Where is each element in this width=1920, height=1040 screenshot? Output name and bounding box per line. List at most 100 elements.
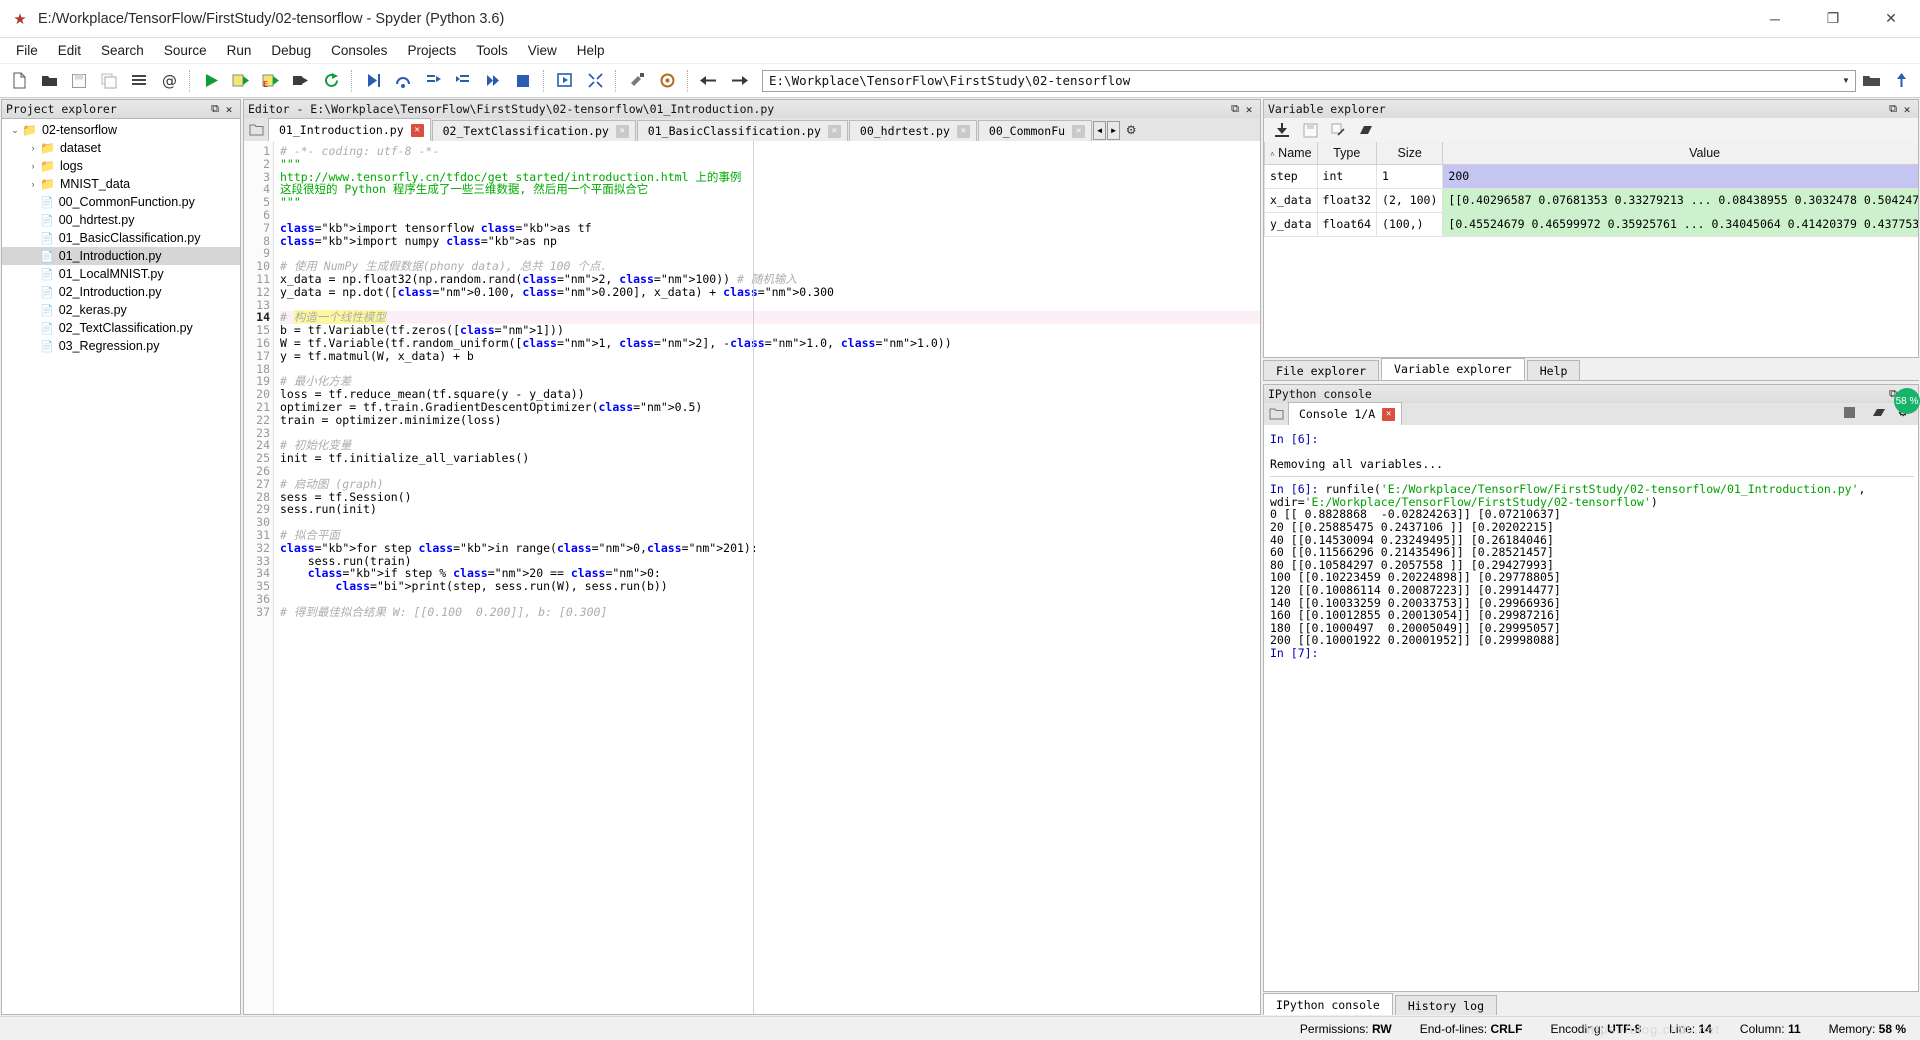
code-line[interactable]: init = tf.initialize_all_variables()	[280, 452, 1260, 465]
editor-code-area[interactable]: 1234567891011121314151617181920212223242…	[243, 141, 1261, 1015]
tree-item[interactable]: ›📁dataset	[2, 139, 240, 157]
pane-tab-history-log[interactable]: History log	[1395, 995, 1497, 1015]
code-viewport[interactable]: # -*- coding: utf-8 -*-"""http://www.ten…	[274, 141, 1260, 1014]
undock-icon[interactable]: ⧉	[1886, 102, 1900, 116]
menu-tools[interactable]: Tools	[466, 40, 518, 61]
editor-tab[interactable]: 01_Introduction.py✕	[268, 118, 431, 141]
tree-item[interactable]: 📄01_BasicClassification.py	[2, 229, 240, 247]
tab-next-button[interactable]: ►	[1107, 121, 1120, 140]
close-icon[interactable]: ✕	[957, 125, 970, 138]
at-icon[interactable]: @	[156, 68, 182, 94]
tree-item[interactable]: ›📁MNIST_data	[2, 175, 240, 193]
new-file-icon[interactable]	[6, 68, 32, 94]
menu-debug[interactable]: Debug	[261, 40, 321, 61]
column-value[interactable]: Value	[1443, 142, 1919, 164]
close-icon[interactable]: ✕	[828, 125, 841, 138]
code-line[interactable]: # 得到最佳拟合结果 W: [[0.100 0.200]], b: [0.300…	[280, 606, 1260, 619]
variable-table-container[interactable]: ˄ Name Type Size Value stepint1200x_data…	[1263, 142, 1919, 358]
maximize-button[interactable]: ❐	[1804, 0, 1862, 37]
code-line[interactable]: class="kb">import numpy class="kb">as np	[280, 235, 1260, 248]
tree-item[interactable]: 📄01_Introduction.py	[2, 247, 240, 265]
code-line[interactable]: sess = tf.Session()	[280, 491, 1260, 504]
pythonpath-icon[interactable]	[654, 68, 680, 94]
browse-tabs-icon[interactable]	[1264, 403, 1288, 425]
tree-twisty-icon[interactable]: ›	[26, 143, 40, 153]
editor-tab[interactable]: 00_hdrtest.py✕	[849, 120, 977, 141]
chevron-down-icon[interactable]: ▼	[1837, 71, 1855, 91]
forward-icon[interactable]	[726, 68, 752, 94]
menu-projects[interactable]: Projects	[397, 40, 466, 61]
code-line[interactable]: 这段很短的 Python 程序生成了一些三维数据, 然后用一个平面拟合它	[280, 183, 1260, 196]
tree-item[interactable]: 📄00_CommonFunction.py	[2, 193, 240, 211]
rerun-icon[interactable]	[318, 68, 344, 94]
tree-item[interactable]: 📄02_keras.py	[2, 301, 240, 319]
tree-twisty-icon[interactable]: ⌄	[8, 125, 22, 136]
menu-view[interactable]: View	[518, 40, 567, 61]
pane-tab-file-explorer[interactable]: File explorer	[1263, 360, 1379, 380]
tree-item[interactable]: ›📁logs	[2, 157, 240, 175]
remove-all-icon[interactable]	[1354, 119, 1378, 141]
env-icon[interactable]	[1866, 399, 1892, 425]
project-tree[interactable]: ⌄📁02-tensorflow›📁dataset›📁logs›📁MNIST_da…	[1, 118, 241, 1015]
code-line[interactable]: """	[280, 196, 1260, 209]
table-row[interactable]: stepint1200	[1265, 164, 1920, 188]
table-row[interactable]: y_datafloat64(100,)[0.45524679 0.4659997…	[1265, 212, 1920, 236]
preferences-icon[interactable]	[624, 68, 650, 94]
tree-item[interactable]: 📄02_Introduction.py	[2, 283, 240, 301]
debug-icon[interactable]	[360, 68, 386, 94]
console-output[interactable]: In [6]:Removing all variables...In [6]: …	[1263, 425, 1919, 992]
maximize-pane-icon[interactable]	[552, 68, 578, 94]
run-cell-icon[interactable]	[228, 68, 254, 94]
tree-twisty-icon[interactable]: ›	[26, 161, 40, 171]
close-icon[interactable]: ✕	[1382, 408, 1395, 421]
open-file-icon[interactable]	[36, 68, 62, 94]
fullscreen-icon[interactable]	[582, 68, 608, 94]
column-type[interactable]: Type	[1317, 142, 1376, 164]
tree-item[interactable]: 📄01_LocalMNIST.py	[2, 265, 240, 283]
code-line[interactable]	[280, 516, 1260, 529]
close-icon[interactable]: ✕	[616, 125, 629, 138]
run-cell-advance-icon[interactable]: E	[258, 68, 284, 94]
close-icon[interactable]: ✕	[1900, 103, 1914, 116]
code-line[interactable]	[280, 363, 1260, 376]
menu-run[interactable]: Run	[217, 40, 262, 61]
code-line[interactable]: y_data = np.dot([class="nm">0.100, class…	[280, 286, 1260, 299]
code-line[interactable]: optimizer = tf.train.GradientDescentOpti…	[280, 401, 1260, 414]
code-line[interactable]: # 启动图 (graph)	[280, 478, 1260, 491]
find-in-files-icon[interactable]	[126, 68, 152, 94]
tree-item[interactable]: 📄02_TextClassification.py	[2, 319, 240, 337]
close-icon[interactable]: ✕	[1072, 125, 1085, 138]
stop-icon[interactable]	[510, 68, 536, 94]
import-data-icon[interactable]	[1270, 119, 1294, 141]
back-icon[interactable]	[696, 68, 722, 94]
save-data-icon[interactable]	[1298, 119, 1322, 141]
run-selection-icon[interactable]	[288, 68, 314, 94]
code-line[interactable]	[280, 209, 1260, 222]
table-row[interactable]: x_datafloat32(2, 100)[[0.40296587 0.0768…	[1265, 188, 1920, 212]
menu-consoles[interactable]: Consoles	[321, 40, 397, 61]
interrupt-icon[interactable]	[1836, 399, 1862, 425]
tab-prev-button[interactable]: ◄	[1093, 121, 1106, 140]
close-icon[interactable]: ✕	[411, 124, 424, 137]
tree-twisty-icon[interactable]: ›	[26, 179, 40, 189]
undock-icon[interactable]: ⧉	[208, 102, 222, 116]
browse-tabs-icon[interactable]	[244, 119, 268, 141]
menu-search[interactable]: Search	[91, 40, 154, 61]
close-button[interactable]: ✕	[1862, 0, 1920, 37]
save-as-icon[interactable]	[1326, 119, 1350, 141]
column-name[interactable]: ˄ Name	[1265, 142, 1318, 164]
pane-tab-ipython-console[interactable]: IPython console	[1263, 993, 1393, 1015]
code-line[interactable]	[280, 427, 1260, 440]
menu-file[interactable]: File	[6, 40, 48, 61]
save-file-icon[interactable]	[66, 68, 92, 94]
step-over-icon[interactable]	[390, 68, 416, 94]
save-all-icon[interactable]	[96, 68, 122, 94]
tree-item[interactable]: ⌄📁02-tensorflow	[2, 121, 240, 139]
code-line[interactable]: sess.run(init)	[280, 503, 1260, 516]
pane-tab-help[interactable]: Help	[1527, 360, 1581, 380]
close-icon[interactable]: ✕	[222, 103, 236, 116]
variable-table[interactable]: ˄ Name Type Size Value stepint1200x_data…	[1264, 142, 1919, 237]
console-tab-console1a[interactable]: Console 1/A ✕	[1288, 402, 1402, 425]
code-line[interactable]	[280, 299, 1260, 312]
column-size[interactable]: Size	[1377, 142, 1443, 164]
